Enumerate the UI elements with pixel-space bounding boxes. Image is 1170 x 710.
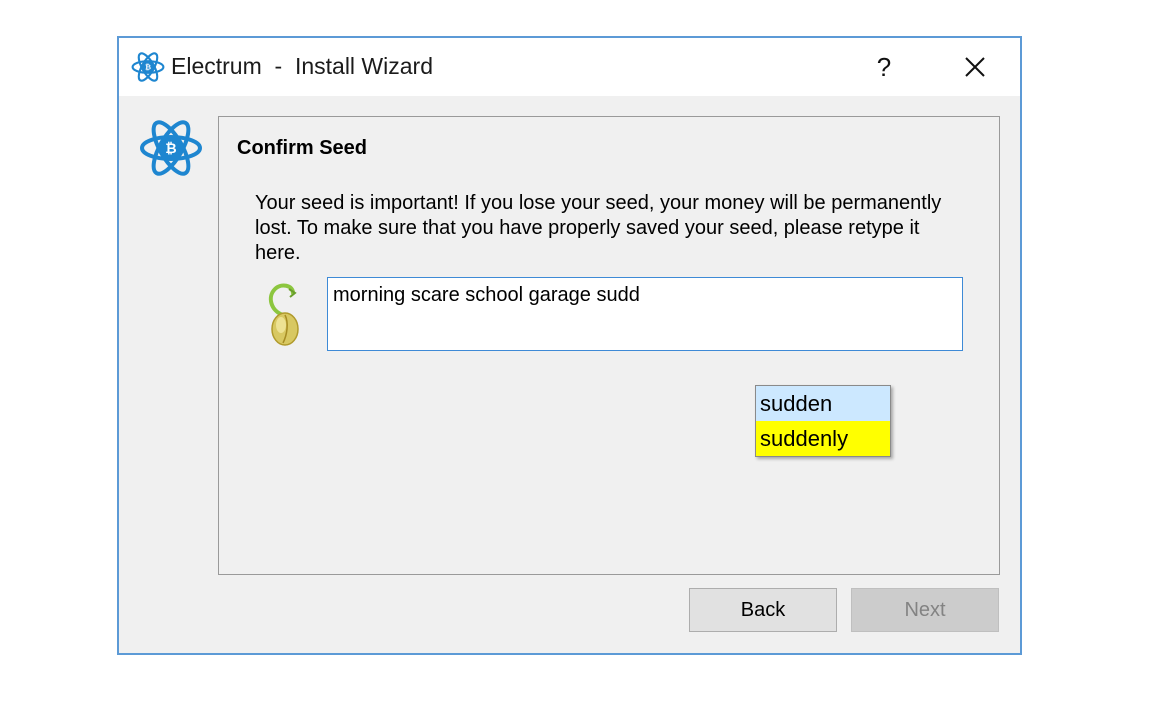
seed-input[interactable]: [327, 277, 963, 351]
install-wizard-window: ₿ Electrum - Install Wizard ? ₿ Confirm …: [117, 36, 1022, 655]
close-button[interactable]: [943, 38, 1007, 96]
completer-item-suddenly[interactable]: suddenly: [756, 421, 890, 456]
panel-title: Confirm Seed: [237, 137, 368, 159]
confirm-seed-panel: Confirm Seed Your seed is important! If …: [218, 116, 1000, 575]
window-title: Electrum - Install Wizard: [171, 53, 433, 79]
help-button[interactable]: ?: [852, 38, 916, 96]
close-icon: [965, 57, 985, 77]
next-button[interactable]: Next: [851, 588, 999, 632]
electrum-logo-icon: ₿: [140, 120, 202, 176]
back-button[interactable]: Back: [689, 588, 837, 632]
svg-text:₿: ₿: [145, 63, 151, 72]
completer-item-sudden[interactable]: sudden: [756, 386, 890, 421]
word-completer-popup[interactable]: sudden suddenly: [755, 385, 891, 457]
seed-warning-text: Your seed is important! If you lose your…: [255, 192, 942, 264]
svg-text:₿: ₿: [165, 141, 176, 157]
title-bar[interactable]: ₿ Electrum - Install Wizard ?: [119, 38, 1020, 96]
seed-icon: [268, 283, 299, 346]
electrum-logo-icon: ₿: [131, 52, 165, 82]
